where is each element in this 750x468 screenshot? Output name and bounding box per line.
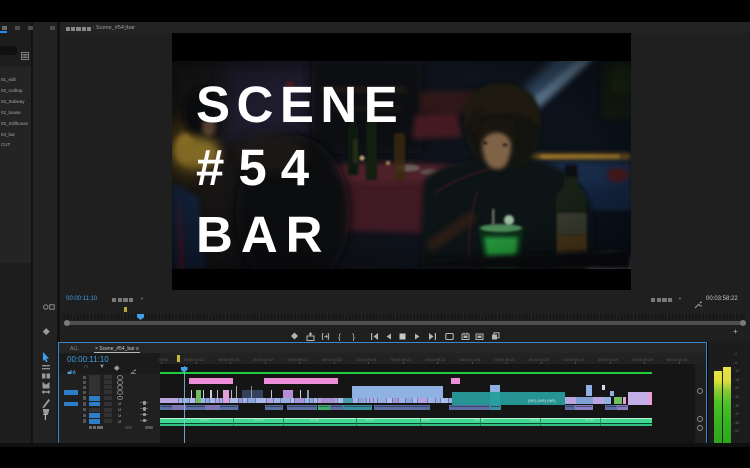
svg-text:BAR: BAR [196, 206, 331, 263]
svg-text:#54: #54 [196, 139, 323, 196]
svg-text:SCENE: SCENE [196, 76, 404, 133]
svg-text:{: { [338, 332, 341, 341]
svg-text:}: } [352, 332, 355, 341]
svg-text:T: T [43, 413, 48, 421]
